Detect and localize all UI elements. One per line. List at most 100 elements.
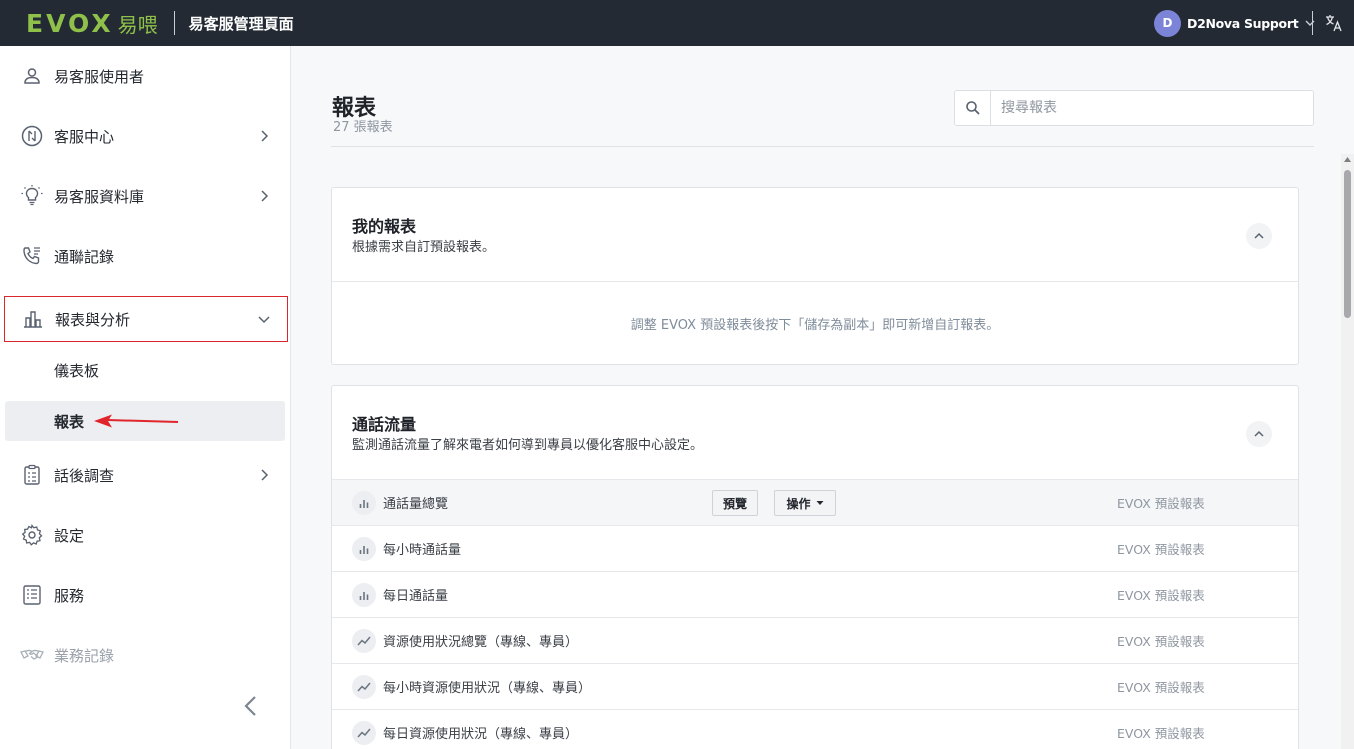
bar-chart-icon (352, 491, 376, 515)
evox-logo[interactable]: EVOX 易喂 (26, 0, 158, 46)
search-input[interactable] (991, 92, 1301, 124)
sidebar-item-reports-analytics[interactable]: 報表與分析 (4, 296, 288, 342)
sidebar-item-knowledge-base[interactable]: 易客服資料庫 (0, 166, 290, 226)
scroll-thumb[interactable] (1344, 170, 1351, 318)
report-name: 每日通話量 (383, 589, 449, 604)
scroll-up-icon[interactable] (1344, 157, 1351, 162)
sidebar-item-label: 設定 (54, 526, 85, 545)
app-title: 易客服管理頁面 (188, 14, 294, 33)
chevron-up-icon (1254, 232, 1264, 239)
report-row[interactable]: 每日通話量 EVOX 預設報表 (332, 572, 1298, 618)
line-chart-icon (352, 675, 376, 699)
sidebar-item-label: 報表與分析 (55, 310, 131, 329)
top-divider (173, 11, 175, 35)
chevron-right-icon (261, 130, 269, 142)
call-traffic-card: 通話流量 監測通話流量了解來電者如何導到專員以優化客服中心設定。 通話量總覽 預… (331, 385, 1299, 749)
report-source: EVOX 預設報表 (1117, 496, 1205, 511)
user-icon (24, 68, 40, 84)
handshake-icon (20, 649, 44, 660)
logo-cn: 易喂 (117, 12, 158, 37)
header-divider (331, 146, 1314, 147)
search-box (954, 90, 1314, 126)
sidebar-subitem-dashboard[interactable]: 儀表板 (5, 350, 285, 390)
lightbulb-icon (21, 185, 43, 206)
card-header: 我的報表 根據需求自訂預設報表。 (332, 188, 1298, 282)
my-reports-card: 我的報表 根據需求自訂預設報表。 調整 EVOX 預設報表後按下「儲存為副本」即… (331, 187, 1299, 365)
report-name: 每日資源使用狀況（專線、專員） (383, 727, 579, 742)
top-divider (1312, 11, 1313, 35)
sidebar-item-label: 服務 (54, 586, 85, 605)
logo-word: EVOX (26, 8, 114, 38)
scrollbar[interactable] (1341, 154, 1354, 749)
annotation-arrow-icon (94, 414, 179, 428)
main-content: 報表 27 張報表 我的報表 根據需求自訂預設報表。 調整 EVOX 預設報表後… (291, 46, 1341, 749)
card-subtitle: 根據需求自訂預設報表。 (352, 240, 496, 255)
phone-log-icon (23, 247, 40, 265)
chevron-right-icon (261, 190, 269, 202)
sidebar-item-call-center[interactable]: 客服中心 (0, 106, 290, 166)
report-name: 每小時通話量 (383, 543, 462, 558)
sidebar-item-label: 業務記錄 (54, 646, 115, 665)
top-bar: EVOX 易喂 易客服管理頁面 D D2Nova Support (0, 0, 1354, 46)
sidebar-item-label: 易客服使用者 (54, 67, 145, 86)
chevron-up-icon (1254, 430, 1264, 437)
sidebar-item-services[interactable]: 服務 (0, 565, 290, 625)
report-row[interactable]: 通話量總覽 預覽 操作 EVOX 預設報表 (332, 480, 1298, 526)
search-icon (965, 101, 980, 115)
report-row[interactable]: 資源使用狀況總覽（專線、專員） EVOX 預設報表 (332, 618, 1298, 664)
sidebar-item-settings[interactable]: 設定 (0, 505, 290, 565)
actions-dropdown-button[interactable]: 操作 (774, 490, 836, 516)
actions-label: 操作 (786, 496, 811, 511)
sidebar-item-label: 易客服資料庫 (54, 187, 145, 206)
chevron-down-icon (258, 316, 270, 324)
gear-icon (21, 524, 43, 546)
report-name: 每小時資源使用狀況（專線、專員） (383, 681, 592, 696)
bar-chart-icon (352, 583, 376, 607)
report-source: EVOX 預設報表 (1117, 726, 1205, 741)
sidebar-item-survey[interactable]: 話後調查 (0, 445, 290, 505)
user-name: D2Nova Support (1187, 15, 1299, 31)
sidebar-item-business-records[interactable]: 業務記錄 (0, 625, 290, 685)
report-row[interactable]: 每小時資源使用狀況（專線、專員） EVOX 預設報表 (332, 664, 1298, 710)
report-name: 資源使用狀況總覽（專線、專員） (383, 635, 579, 650)
chevron-right-icon (261, 469, 269, 481)
sidebar-item-users[interactable]: 易客服使用者 (0, 46, 290, 106)
card-header: 通話流量 監測通話流量了解來電者如何導到專員以優化客服中心設定。 (332, 386, 1298, 480)
service-icon (23, 585, 41, 605)
call-center-icon (21, 125, 43, 147)
chevron-down-icon (1305, 20, 1315, 26)
caret-down-icon (816, 501, 823, 505)
user-menu[interactable]: D D2Nova Support (1154, 9, 1316, 37)
sidebar-subitem-label: 儀表板 (54, 361, 100, 380)
sidebar-item-label: 客服中心 (54, 127, 115, 146)
avatar: D (1154, 9, 1181, 37)
report-count: 27 張報表 (333, 120, 393, 135)
report-source: EVOX 預設報表 (1117, 588, 1205, 603)
sidebar-item-label: 通聯記錄 (54, 247, 115, 266)
line-chart-icon (352, 721, 376, 745)
search-icon-wrap (955, 91, 991, 125)
bar-chart-icon (352, 537, 376, 561)
report-row[interactable]: 每日資源使用狀況（專線、專員） EVOX 預設報表 (332, 710, 1298, 749)
card-subtitle: 監測通話流量了解來電者如何導到專員以優化客服中心設定。 (352, 438, 704, 453)
report-source: EVOX 預設報表 (1117, 680, 1205, 695)
report-name: 通話量總覽 (383, 497, 449, 512)
card-title: 我的報表 (352, 217, 417, 236)
report-source: EVOX 預設報表 (1117, 634, 1205, 649)
collapse-sidebar-icon[interactable] (240, 694, 262, 718)
collapse-card-button[interactable] (1246, 223, 1272, 249)
card-title: 通話流量 (352, 415, 417, 434)
survey-icon (24, 464, 40, 485)
report-source: EVOX 預設報表 (1117, 542, 1205, 557)
report-row[interactable]: 每小時通話量 EVOX 預設報表 (332, 526, 1298, 572)
sidebar-subitem-label: 報表 (54, 412, 85, 431)
preview-button[interactable]: 預覽 (712, 490, 758, 516)
empty-state-text: 調整 EVOX 預設報表後按下「儲存為副本」即可新增自訂報表。 (630, 317, 1000, 333)
collapse-card-button[interactable] (1246, 421, 1272, 447)
sidebar: 易客服使用者 客服中心 易客服資料庫 通聯記錄 報表與分析 儀表板 報表 話後調… (0, 46, 291, 749)
sidebar-item-label: 話後調查 (54, 466, 115, 485)
line-chart-icon (352, 629, 376, 653)
translate-icon[interactable] (1324, 13, 1344, 33)
sidebar-item-call-log[interactable]: 通聯記錄 (0, 226, 290, 286)
bar-chart-icon (24, 311, 42, 328)
